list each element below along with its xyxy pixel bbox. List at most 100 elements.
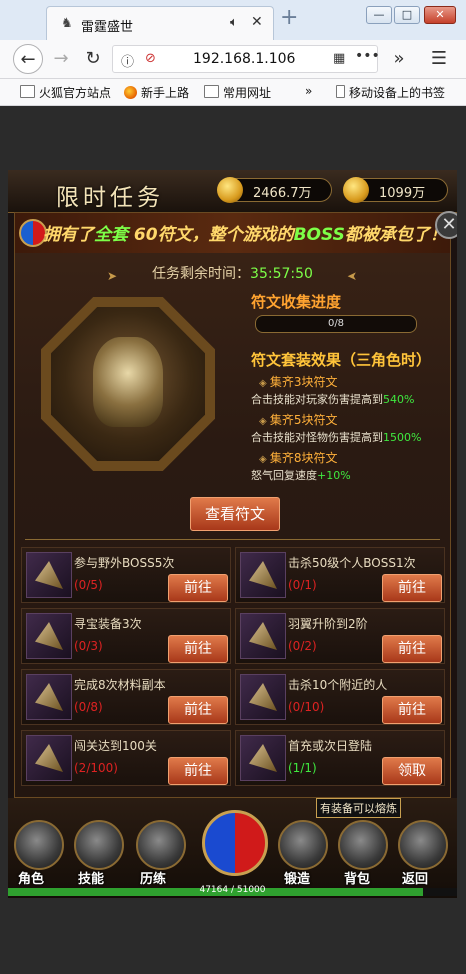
task-name: 寻宝装备3次 <box>74 617 142 631</box>
url-text[interactable]: 192.168.1.106 <box>193 51 295 67</box>
overflow-chevron-icon[interactable]: » <box>384 44 414 74</box>
character-icon[interactable] <box>14 820 64 870</box>
task-timer: 任务剩余时间：35:57:50 <box>152 266 313 282</box>
new-tab-button[interactable]: + <box>280 7 298 29</box>
bag-icon[interactable] <box>338 820 388 870</box>
task-name: 闯关达到100关 <box>74 739 157 753</box>
firefox-icon <box>124 86 137 99</box>
bookmark-firefox-site[interactable]: 火狐官方站点 <box>20 84 111 101</box>
menu-hamburger-icon[interactable]: ☰ <box>424 44 454 74</box>
task-card: 参与野外BOSS5次 (0/5) 前往 <box>21 547 231 603</box>
task-card: 首充或次日登陆 (1/1) 领取 <box>235 730 445 786</box>
maximize-button[interactable]: □ <box>394 6 420 24</box>
reload-icon[interactable]: ↻ <box>78 44 108 74</box>
rune-shard-icon <box>240 735 286 781</box>
rune-shard-icon <box>240 552 286 598</box>
set-effect-title: 符文套装效果（三角色时） <box>251 351 432 369</box>
minimize-button[interactable]: — <box>366 6 392 24</box>
task-card: 击杀50级个人BOSS1次 (0/1) 前往 <box>235 547 445 603</box>
tab-title: 雷霆盛世 <box>81 20 134 35</box>
forge-icon[interactable] <box>278 820 328 870</box>
task-card: 羽翼升阶到2阶 (0/2) 前往 <box>235 608 445 664</box>
task-name: 参与野外BOSS5次 <box>74 556 175 570</box>
tab-close-icon[interactable]: ✕ <box>251 14 263 30</box>
game-canvas: 限时任务 2466.7万 1099万 拥有了全套 60符文，整个游戏的BOSS都… <box>8 170 457 898</box>
qr-code-icon[interactable]: ▦ <box>333 51 345 66</box>
task-card: 完成8次材料副本 (0/8) 前往 <box>21 669 231 725</box>
rune-progress-bar: 0/8 <box>255 315 417 333</box>
rune-shard-icon <box>26 613 72 659</box>
bookmark-getting-started[interactable]: 新手上路 <box>124 84 189 101</box>
task-progress: (0/3) <box>74 639 103 653</box>
view-runes-button[interactable]: 查看符文 <box>190 497 280 531</box>
task-progress: (0/5) <box>74 578 103 592</box>
task-go-button[interactable]: 前往 <box>168 757 228 785</box>
page-title: 限时任务 <box>56 185 164 211</box>
boss-beast-image <box>93 337 163 427</box>
ingot-icon <box>343 177 369 203</box>
game-favicon-icon: ♞ <box>61 16 73 31</box>
skills-icon[interactable] <box>74 820 124 870</box>
arrow-right-decoration-icon: ➤ <box>347 269 358 283</box>
task-go-button[interactable]: 前往 <box>382 574 442 602</box>
divider <box>25 539 440 540</box>
folder-icon <box>20 85 35 98</box>
forge-tip-badge: 有装备可以熔炼 <box>316 798 401 818</box>
promo-banner: 拥有了全套 60符文，整个游戏的BOSS都被承包了！ ✕ <box>15 211 457 253</box>
rune-shard-icon <box>26 674 72 720</box>
task-go-button[interactable]: 前往 <box>168 574 228 602</box>
task-go-button[interactable]: 前往 <box>168 696 228 724</box>
game-top-bar: 限时任务 2466.7万 1099万 <box>8 170 457 213</box>
window-titlebar: ♞ 雷霆盛世 🔈︎ ✕ + — □ ✕ <box>0 0 466 41</box>
return-icon[interactable] <box>398 820 448 870</box>
bookmarks-overflow-icon[interactable]: » <box>305 84 312 98</box>
set-effect-name: 集齐3块符文 <box>259 373 338 390</box>
yinyang-core-icon[interactable] <box>202 810 268 876</box>
task-name: 击杀50级个人BOSS1次 <box>288 556 416 570</box>
folder-icon <box>204 85 219 98</box>
address-bar[interactable]: ⓘ ⊘ 192.168.1.106 ▦ ••• <box>112 45 380 73</box>
task-name: 击杀10个附近的人 <box>288 678 388 692</box>
bookmark-mobile[interactable]: 移动设备上的书签 <box>336 84 445 101</box>
bottom-nav-bar: 角色 技能 历练 锻造 背包 返回 有装备可以熔炼 47164 / 51000 <box>8 798 457 898</box>
close-window-button[interactable]: ✕ <box>424 6 456 24</box>
set-effect-desc: 合击技能对玩家伤害提高到540% <box>251 393 415 406</box>
task-name: 完成8次材料副本 <box>74 678 166 692</box>
task-claim-button[interactable]: 领取 <box>382 757 442 785</box>
back-arrow-icon[interactable]: ← <box>13 44 43 74</box>
bookmark-common-sites[interactable]: 常用网址 <box>204 84 271 101</box>
task-go-button[interactable]: 前往 <box>168 635 228 663</box>
training-icon[interactable] <box>136 820 186 870</box>
mobile-device-icon <box>336 85 345 98</box>
gold-counter: 2466.7万 <box>217 177 332 203</box>
forward-arrow-icon[interactable]: → <box>46 44 76 74</box>
boss-portrait-frame <box>41 297 215 471</box>
insecure-lock-icon[interactable]: ⊘ <box>145 51 156 66</box>
task-progress: (0/2) <box>288 639 317 653</box>
browser-tab[interactable]: ♞ 雷霆盛世 🔈︎ ✕ <box>46 6 274 40</box>
task-name: 羽翼升阶到2阶 <box>288 617 368 631</box>
task-go-button[interactable]: 前往 <box>382 696 442 724</box>
task-card: 击杀10个附近的人 (0/10) 前往 <box>235 669 445 725</box>
ingot-counter: 1099万 <box>343 177 448 203</box>
close-panel-button[interactable]: ✕ <box>435 211 457 239</box>
navigation-toolbar: ← → ↻ ⓘ ⊘ 192.168.1.106 ▦ ••• » ☰ <box>0 40 466 79</box>
task-card: 闯关达到100关 (2/100) 前往 <box>21 730 231 786</box>
set-effect-name: 集齐5块符文 <box>259 411 338 428</box>
set-effect-name: 集齐8块符文 <box>259 449 338 466</box>
task-name: 首充或次日登陆 <box>288 739 373 753</box>
rune-shard-icon <box>240 674 286 720</box>
task-go-button[interactable]: 前往 <box>382 635 442 663</box>
banner-text: 拥有了全套 60符文，整个游戏的BOSS都被承包了！ <box>43 225 447 245</box>
speaker-icon[interactable]: 🔈︎ <box>230 15 238 30</box>
rune-shard-icon <box>26 552 72 598</box>
bookmarks-toolbar: 火狐官方站点 新手上路 常用网址 » 移动设备上的书签 <box>0 79 466 106</box>
xp-text: 47164 / 51000 <box>199 885 266 895</box>
task-progress: (1/1) <box>288 761 317 775</box>
set-effect-desc: 合击技能对怪物伤害提高到1500% <box>251 431 422 444</box>
rune-shard-icon <box>240 613 286 659</box>
info-shield-icon[interactable]: ⓘ <box>121 51 134 70</box>
set-effect-desc: 怒气回复速度+10% <box>251 469 351 482</box>
page-actions-icon[interactable]: ••• <box>355 48 380 64</box>
task-progress: (0/1) <box>288 578 317 592</box>
